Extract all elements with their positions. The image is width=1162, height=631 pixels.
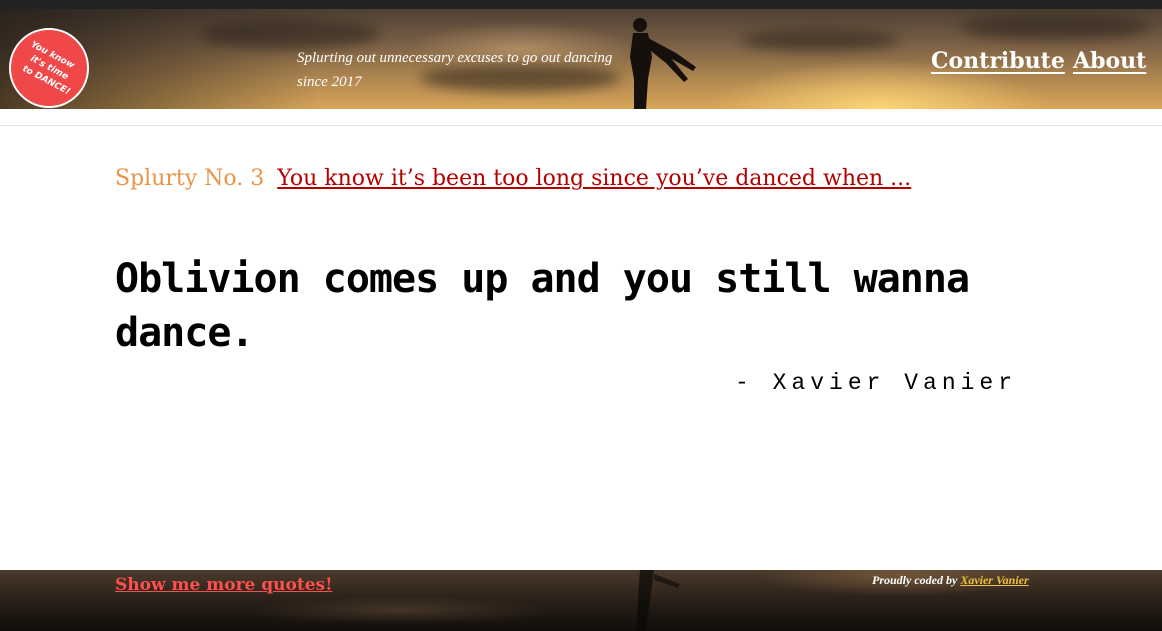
banner-cloud — [740, 29, 900, 51]
quote-author: - Xavier Vanier — [735, 370, 1018, 396]
splurty-number: Splurty No. 3 — [115, 166, 265, 191]
more-quotes-link[interactable]: Show me more quotes! — [115, 575, 333, 595]
banner-cloud — [200, 19, 380, 49]
footer-credit: Proudly coded by Xavier Vanier — [872, 573, 1029, 588]
splurty-topic-link[interactable]: You know it’s been too long since you’ve… — [277, 166, 911, 191]
site-tagline: Splurting out unnecessary excuses to go … — [297, 46, 657, 94]
header-banner: You know it's time to DANCE! Splurting o… — [0, 9, 1162, 109]
tagline-line-1: Splurting out unnecessary excuses to go … — [297, 50, 613, 66]
footer-banner: Show me more quotes! Proudly coded by Xa… — [0, 570, 1162, 631]
header-divider — [0, 125, 1162, 126]
dancer-reflection-image — [636, 570, 680, 631]
top-strip — [0, 0, 1162, 9]
splurty-heading: Splurty No. 3 You know it’s been too lon… — [115, 166, 911, 191]
badge-text: You know it's time to DANCE! — [15, 39, 83, 97]
nav-contribute-link[interactable]: Contribute — [931, 48, 1065, 74]
nav-about-link[interactable]: About — [1073, 48, 1146, 74]
tagline-line-2: since 2017 — [297, 74, 362, 90]
credit-author-link[interactable]: Xavier Vanier — [960, 573, 1028, 587]
dance-badge: You know it's time to DANCE! — [9, 28, 89, 108]
credit-prefix: Proudly coded by — [872, 573, 958, 587]
quote-text: Oblivion comes up and you still wanna da… — [115, 256, 970, 356]
banner-cloud — [960, 14, 1150, 40]
